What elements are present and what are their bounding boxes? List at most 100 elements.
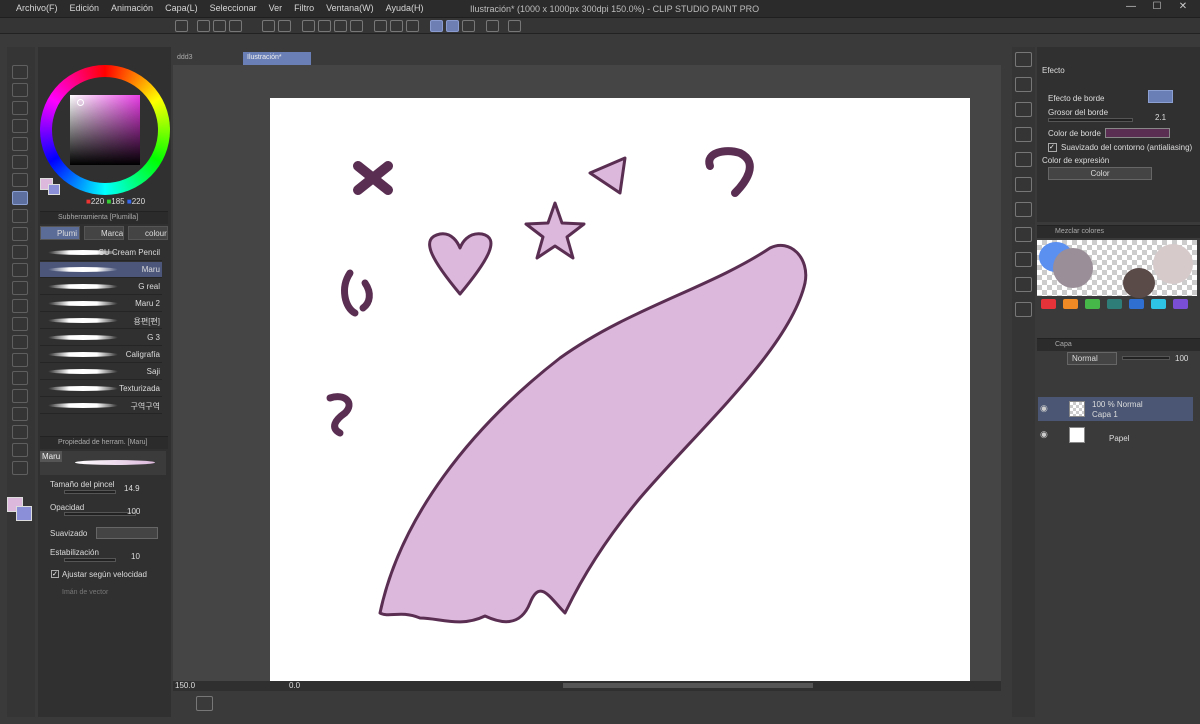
ruler-icon[interactable] — [12, 407, 28, 421]
app-icon[interactable] — [175, 20, 188, 32]
brush-icon[interactable] — [12, 281, 28, 295]
help-icon[interactable] — [508, 20, 521, 32]
layer-row-capa1[interactable]: ◉ 100 % Normal Capa 1 — [1038, 397, 1193, 421]
menu-ver[interactable]: Ver — [263, 3, 289, 13]
zoom-icon[interactable] — [12, 65, 28, 79]
palette-swatch[interactable] — [1107, 299, 1122, 309]
menu-animacion[interactable]: Animación — [105, 3, 159, 13]
brush-item[interactable]: Maru — [40, 262, 162, 278]
layer-row-papel[interactable]: ◉ Papel — [1038, 423, 1193, 447]
figure-icon[interactable] — [12, 371, 28, 385]
drawing-paper[interactable] — [270, 98, 970, 681]
operation-icon[interactable] — [12, 101, 28, 115]
frame-icon[interactable] — [12, 389, 28, 403]
minimize-icon[interactable]: — — [1118, 1, 1144, 12]
palette-swatch[interactable] — [1041, 299, 1056, 309]
bucket-icon[interactable] — [12, 317, 28, 331]
move-icon[interactable] — [12, 119, 28, 133]
redo-icon[interactable] — [278, 20, 291, 32]
snap-ruler-icon[interactable] — [430, 20, 443, 32]
subtool-tab-plumilla[interactable]: Plumi — [40, 226, 80, 240]
deselect-icon[interactable] — [374, 20, 387, 32]
visibility-eye-icon[interactable]: ◉ — [1040, 403, 1050, 413]
palette-swatch[interactable] — [1129, 299, 1144, 309]
intermediate-color-icon[interactable] — [1015, 277, 1032, 292]
eraser-icon[interactable] — [12, 209, 28, 223]
brush-item[interactable]: 구역구역 — [40, 398, 162, 414]
similar-color-icon[interactable] — [1015, 302, 1032, 317]
history-icon[interactable] — [1015, 177, 1032, 192]
menu-filtro[interactable]: Filtro — [288, 3, 320, 13]
material-icon[interactable] — [1015, 102, 1032, 117]
undo-icon[interactable] — [262, 20, 275, 32]
antialias-checkbox[interactable]: ✓ — [1048, 143, 1057, 152]
snap-perspective-icon[interactable] — [462, 20, 475, 32]
brush-item[interactable]: 용편[편] — [40, 313, 162, 329]
menu-capa[interactable]: Capa(L) — [159, 3, 204, 13]
palette-swatch[interactable] — [1151, 299, 1166, 309]
opacity-value[interactable]: 100 — [127, 507, 140, 516]
fill-tool-icon[interactable] — [12, 335, 28, 349]
brush-item[interactable]: Saji — [40, 364, 162, 380]
navigator-icon[interactable] — [1015, 52, 1032, 67]
airbrush-icon[interactable] — [12, 245, 28, 259]
correct-line-icon[interactable] — [12, 461, 28, 475]
color-set-icon[interactable] — [1015, 252, 1032, 267]
brush-size-slider[interactable] — [64, 490, 116, 494]
brush-item[interactable]: G 3 — [40, 330, 162, 346]
brush-item[interactable]: Texturizada — [40, 381, 162, 397]
expression-color-dropdown[interactable]: Color — [1048, 167, 1152, 180]
border-color-swatch[interactable] — [1105, 128, 1170, 138]
panel-toggle-icon[interactable] — [196, 696, 213, 711]
invert-selection-icon[interactable] — [390, 20, 403, 32]
doc-tab-ddd3[interactable]: ddd3 — [173, 52, 241, 65]
open-file-icon[interactable] — [213, 20, 226, 32]
rotation-value[interactable]: 0.0 — [289, 681, 300, 690]
save-icon[interactable] — [229, 20, 242, 32]
brush-size-value[interactable]: 14.9 — [124, 484, 140, 493]
brush-item[interactable]: Maru 2 — [40, 296, 162, 312]
opacity-slider[interactable] — [64, 512, 136, 516]
close-icon[interactable]: ✕ — [1170, 1, 1196, 12]
lasso-icon[interactable] — [12, 83, 28, 97]
speed-checkbox[interactable]: ✓ — [51, 570, 59, 578]
subtool-tab-colour[interactable]: colour — [128, 226, 168, 240]
deco-icon[interactable] — [12, 227, 28, 241]
clear-icon[interactable] — [302, 20, 315, 32]
border-thickness-value[interactable]: 2.1 — [1155, 113, 1166, 122]
crop-icon[interactable] — [406, 20, 419, 32]
layer-search-icon[interactable] — [1015, 127, 1032, 142]
new-file-icon[interactable] — [197, 20, 210, 32]
palette-swatch[interactable] — [1173, 299, 1188, 309]
animation-icon[interactable] — [1015, 152, 1032, 167]
subtool-tab-marcador[interactable]: Marca — [84, 226, 124, 240]
palette-swatch[interactable] — [1085, 299, 1100, 309]
blend-icon[interactable] — [12, 299, 28, 313]
layer-opacity-value[interactable]: 100 — [1175, 354, 1188, 363]
balloon-icon[interactable] — [12, 443, 28, 457]
brush-item[interactable]: SU Cream Pencil — [40, 245, 162, 261]
zoom-value[interactable]: 150.0 — [175, 681, 195, 690]
sub-view-icon[interactable] — [1015, 77, 1032, 92]
canvas-horizontal-scrollbar[interactable] — [563, 683, 813, 688]
border-effect-toggle[interactable] — [1148, 90, 1173, 103]
stabilization-value[interactable]: 10 — [131, 552, 140, 561]
snap-grid-icon[interactable] — [446, 20, 459, 32]
selection-icon[interactable] — [12, 137, 28, 151]
pen-icon[interactable] — [12, 191, 28, 205]
layer-opacity-slider[interactable] — [1122, 356, 1170, 360]
menu-seleccionar[interactable]: Seleccionar — [204, 3, 263, 13]
canvas-vertical-scrollbar[interactable] — [1001, 52, 1009, 681]
border-thickness-slider[interactable] — [1048, 118, 1133, 122]
pencil-icon[interactable] — [12, 263, 28, 277]
doc-tab-ilustracion[interactable]: Ilustración* — [243, 52, 311, 65]
brush-item[interactable]: G real — [40, 279, 162, 295]
text-icon[interactable] — [12, 425, 28, 439]
clear-outside-icon[interactable] — [318, 20, 331, 32]
brush-item[interactable]: Caligrafía — [40, 347, 162, 363]
menu-ayuda[interactable]: Ayuda(H) — [380, 3, 430, 13]
menu-edicion[interactable]: Edición — [64, 3, 106, 13]
palette-swatch[interactable] — [1063, 299, 1078, 309]
maximize-icon[interactable]: ☐ — [1144, 1, 1170, 12]
menu-ventana[interactable]: Ventana(W) — [320, 3, 380, 13]
